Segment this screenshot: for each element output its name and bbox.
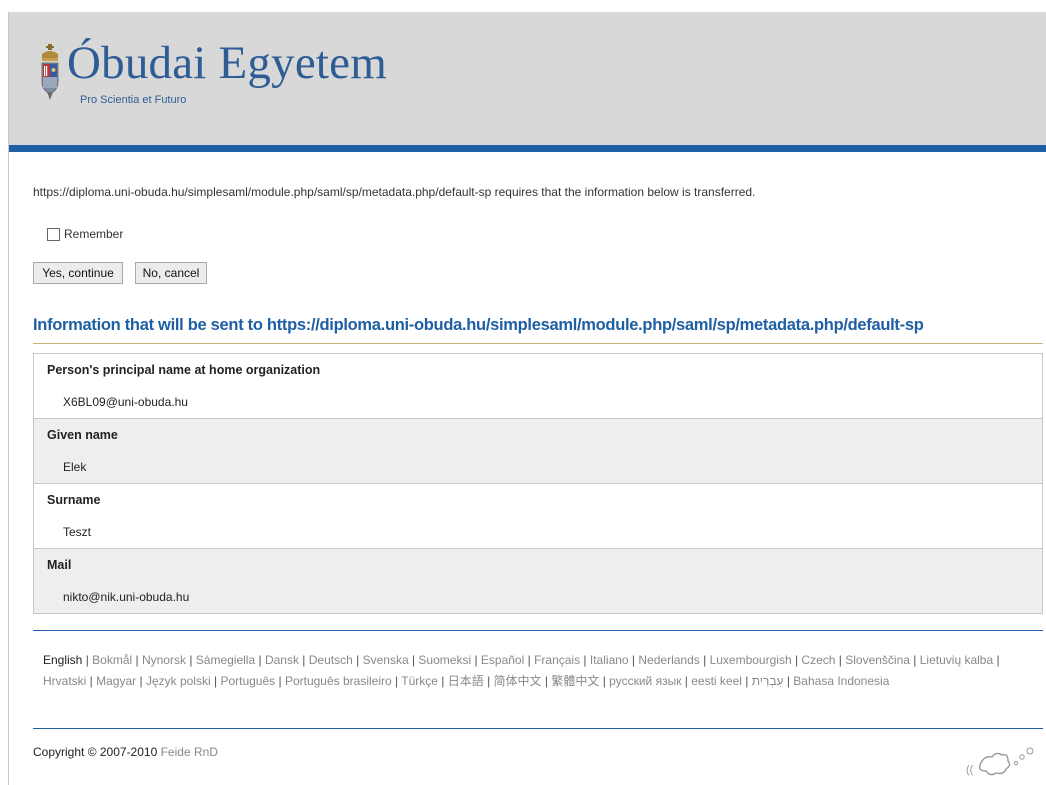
language-separator: |: [599, 674, 610, 688]
feide-rnd-link[interactable]: Feide RnD: [161, 745, 218, 759]
language-separator: |: [275, 674, 285, 688]
language-separator: |: [471, 653, 481, 667]
language-separator: |: [993, 653, 1000, 667]
language-separator: |: [210, 674, 221, 688]
language-option[interactable]: Czech: [801, 653, 835, 667]
svg-text:((: ((: [966, 764, 974, 776]
language-separator: |: [628, 653, 639, 667]
attribute-value: X6BL09@uni-obuda.hu: [63, 395, 188, 409]
language-separator: |: [580, 653, 590, 667]
language-option[interactable]: Nederlands: [638, 653, 699, 667]
language-separator: |: [408, 653, 419, 667]
language-option[interactable]: Italiano: [590, 653, 629, 667]
language-option[interactable]: Bahasa Indonesia: [793, 674, 889, 688]
yes-continue-button[interactable]: Yes, continue: [33, 262, 123, 284]
consent-intro-text: https://diploma.uni-obuda.hu/simplesaml/…: [33, 185, 756, 199]
attribute-row: Person's principal name at home organiza…: [34, 354, 1042, 419]
language-separator: |: [699, 653, 710, 667]
language-separator: |: [352, 653, 363, 667]
attribute-table: Person's principal name at home organiza…: [33, 353, 1043, 614]
copyright-text: Copyright © 2007-2010: [33, 745, 161, 759]
language-option: English: [43, 653, 83, 667]
language-separator: |: [437, 674, 448, 688]
language-separator: |: [136, 674, 146, 688]
language-option[interactable]: Deutsch: [309, 653, 353, 667]
attribute-value: Teszt: [63, 525, 92, 539]
language-bar: English | Bokmål | Nynorsk | Sámegiella …: [43, 650, 1028, 692]
attribute-value: nikto@nik.uni-obuda.hu: [63, 590, 190, 604]
language-separator: |: [255, 653, 265, 667]
attribute-name: Given name: [47, 428, 118, 442]
language-separator: |: [835, 653, 846, 667]
language-option[interactable]: Hrvatski: [43, 674, 86, 688]
attribute-value: Elek: [63, 460, 87, 474]
no-cancel-button[interactable]: No, cancel: [135, 262, 207, 284]
language-option[interactable]: Português brasileiro: [285, 674, 392, 688]
remember-checkbox[interactable]: [47, 227, 60, 241]
info-heading: Information that will be sent to https:/…: [33, 316, 924, 334]
language-separator: |: [185, 653, 196, 667]
language-option[interactable]: Język polski: [146, 674, 211, 688]
attribute-row: Surname Teszt: [34, 484, 1042, 549]
language-option[interactable]: Lietuvių kalba: [920, 653, 993, 667]
footer-divider-bottom: [33, 728, 1043, 729]
language-separator: |: [783, 674, 794, 688]
heading-divider: [33, 343, 1043, 344]
language-separator: |: [82, 653, 93, 667]
language-separator: |: [741, 674, 752, 688]
language-separator: |: [132, 653, 142, 667]
site-title: Óbudai Egyetem: [67, 37, 387, 89]
language-separator: |: [541, 674, 552, 688]
language-separator: |: [791, 653, 802, 667]
language-option[interactable]: русский язык: [609, 674, 681, 688]
language-separator: |: [681, 674, 692, 688]
language-separator: |: [483, 674, 494, 688]
attribute-name: Mail: [47, 558, 72, 572]
language-option[interactable]: 日本語: [448, 674, 484, 688]
attribute-row: Given name Elek: [34, 419, 1042, 484]
language-option[interactable]: Türkçe: [401, 674, 438, 688]
language-separator: |: [86, 674, 97, 688]
attribute-row: Mail nikto@nik.uni-obuda.hu: [34, 549, 1042, 613]
language-option[interactable]: Nynorsk: [142, 653, 186, 667]
language-option[interactable]: 繁體中文: [551, 674, 599, 688]
language-option[interactable]: Svenska: [363, 653, 409, 667]
language-option[interactable]: Español: [481, 653, 524, 667]
university-crest-icon: [41, 44, 59, 100]
remember-option[interactable]: Remember: [47, 227, 123, 241]
attribute-name: Surname: [47, 493, 101, 507]
language-option[interactable]: 简体中文: [494, 674, 542, 688]
language-option[interactable]: Dansk: [265, 653, 299, 667]
language-option[interactable]: Français: [534, 653, 580, 667]
attribute-name: Person's principal name at home organiza…: [47, 363, 321, 377]
footer-divider-top: [33, 630, 1043, 631]
language-separator: |: [298, 653, 309, 667]
feide-logo-icon[interactable]: ((: [966, 743, 1042, 783]
language-option[interactable]: Magyar: [96, 674, 136, 688]
language-separator: |: [391, 674, 402, 688]
language-separator: |: [909, 653, 920, 667]
language-option[interactable]: Bokmål: [92, 653, 132, 667]
copyright-notice: Copyright © 2007-2010 Feide RnD: [33, 745, 218, 759]
language-option[interactable]: Slovenščina: [845, 653, 910, 667]
language-separator: |: [524, 653, 535, 667]
language-option[interactable]: Sámegiella: [196, 653, 255, 667]
language-option[interactable]: Luxembourgish: [710, 653, 792, 667]
language-option[interactable]: Suomeksi: [418, 653, 471, 667]
language-option[interactable]: Português: [220, 674, 275, 688]
header-accent-bar: [9, 145, 1046, 152]
language-option[interactable]: עִבְרִית: [752, 674, 784, 688]
remember-label: Remember: [64, 227, 124, 241]
language-option[interactable]: eesti keel: [691, 674, 742, 688]
site-tagline: Pro Scientia et Futuro: [80, 94, 187, 106]
